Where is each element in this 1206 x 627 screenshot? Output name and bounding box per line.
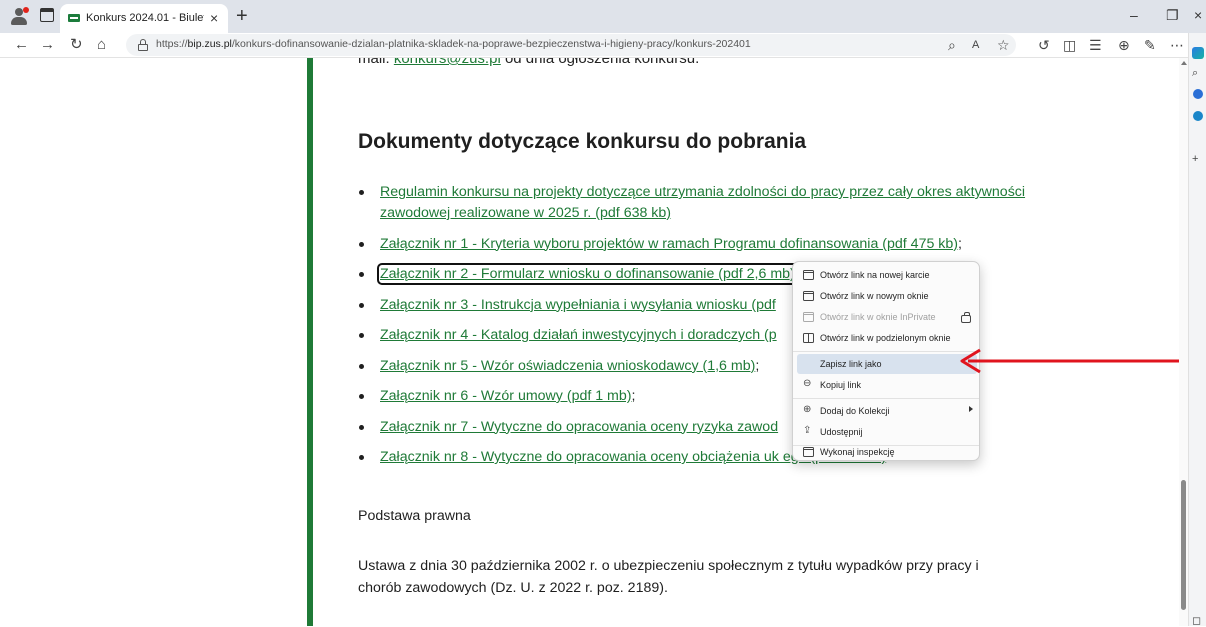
submenu-arrow-icon — [969, 406, 973, 412]
document-link-zal1[interactable]: Załącznik nr 1 - Kryteria wyboru projekt… — [380, 236, 958, 252]
inprivate-badge-icon — [961, 312, 971, 323]
email-link[interactable]: konkurs@zus.pl — [394, 58, 501, 67]
restore-button[interactable]: ❐ — [1166, 7, 1179, 24]
inspect-icon — [803, 447, 814, 457]
menu-item-inspect[interactable]: Wykonaj inspekcję — [797, 442, 977, 460]
link-context-menu: Otwórz link na nowej karcie Otwórz link … — [792, 261, 980, 461]
menu-item-save-link-as[interactable]: Zapisz link jako — [797, 354, 977, 374]
menu-item-copy-link[interactable]: ⊖ Kopiuj link — [797, 375, 977, 395]
more-icon[interactable]: ⋯ — [1170, 37, 1184, 53]
browser-nav-bar: ← → ↻ ⌂ https://bip.zus.pl/konkurs-dofin… — [0, 33, 1206, 58]
scroll-up-arrow-icon[interactable] — [1181, 61, 1187, 65]
address-bar[interactable]: https://bip.zus.pl/konkurs-dofinansowani… — [126, 34, 1016, 56]
menu-separator — [793, 351, 979, 352]
share-icon: ⇪ — [803, 425, 812, 436]
inprivate-window-icon — [803, 312, 814, 322]
split-screen-icon[interactable]: ◫ — [1063, 37, 1076, 53]
edge-sidebar: ⌕ + ◻ — [1188, 33, 1206, 627]
accent-bar — [307, 58, 313, 626]
favorites-icon[interactable]: ☰ — [1089, 37, 1102, 53]
menu-item-open-inprivate: Otwórz link w oknie InPrivate — [797, 307, 977, 327]
previous-paragraph: mail: konkurs@zus.pl od dnia ogłoszenia … — [358, 58, 699, 67]
section-heading: Dokumenty dotyczące konkursu do pobrania — [358, 130, 807, 153]
browser-tab-active[interactable]: Konkurs 2024.01 - Biuletyn Infor × — [60, 4, 228, 33]
tab-close-icon[interactable]: × — [210, 10, 218, 26]
document-link-zal3[interactable]: Załącznik nr 3 - Instrukcja wypełniania … — [380, 297, 776, 313]
document-item: Regulamin konkursu na projekty dotyczące… — [358, 182, 1038, 224]
menu-item-share[interactable]: ⇪ Udostępnij — [797, 422, 977, 442]
extensions-icon[interactable]: ✎ — [1144, 37, 1156, 53]
scrollbar-thumb[interactable] — [1181, 480, 1186, 610]
new-tab-icon — [803, 270, 814, 280]
copilot-icon[interactable] — [1192, 47, 1204, 59]
minimize-button[interactable]: – — [1130, 7, 1138, 23]
home-button[interactable]: ⌂ — [97, 35, 106, 55]
browser-title-bar: Konkurs 2024.01 - Biuletyn Infor × + – ❐… — [0, 0, 1206, 33]
menu-separator — [793, 398, 979, 399]
menu-item-open-split-window[interactable]: Otwórz link w podzielonym oknie — [797, 328, 977, 348]
new-window-icon — [803, 291, 814, 301]
outlook-icon[interactable] — [1193, 111, 1203, 121]
zus-favicon-icon — [68, 14, 80, 22]
legal-basis-title: Podstawa prawna — [358, 508, 471, 524]
read-aloud-icon[interactable]: A — [972, 37, 979, 53]
lock-icon[interactable] — [138, 39, 148, 51]
legal-basis-text: Ustawa z dnia 30 października 2002 r. o … — [358, 558, 979, 596]
search-icon[interactable]: ⌕ — [1192, 67, 1198, 79]
document-item: Załącznik nr 1 - Kryteria wyboru projekt… — [358, 234, 1038, 255]
tab-actions-icon[interactable] — [40, 8, 54, 22]
link-icon: ⊖ — [803, 378, 812, 389]
document-link-zal5[interactable]: Załącznik nr 5 - Wzór oświadczenia wnios… — [380, 358, 755, 374]
document-link-regulamin[interactable]: Regulamin konkursu na projekty dotyczące… — [380, 184, 1025, 221]
profile-icon[interactable] — [10, 7, 29, 25]
menu-item-add-to-collections[interactable]: ⊕ Dodaj do Kolekcji — [797, 401, 977, 421]
document-link-zal7[interactable]: Załącznik nr 7 - Wytyczne do opracowania… — [380, 419, 778, 435]
zoom-icon[interactable]: ⌕ — [948, 37, 956, 53]
new-tab-button[interactable]: + — [236, 4, 248, 28]
forward-button[interactable]: → — [40, 35, 55, 55]
tools-icon[interactable] — [1193, 89, 1203, 99]
sidebar-settings-icon[interactable]: ◻ — [1192, 615, 1201, 627]
split-window-icon — [803, 333, 814, 343]
menu-item-open-new-window[interactable]: Otwórz link w nowym oknie — [797, 286, 977, 306]
collections-icon: ⊕ — [803, 404, 812, 415]
favorite-star-icon[interactable]: ☆ — [997, 37, 1010, 53]
reload-button[interactable]: ↻ — [70, 35, 83, 55]
document-link-zal6[interactable]: Załącznik nr 6 - Wzór umowy (pdf 1 mb) — [380, 388, 632, 404]
url-text[interactable]: https://bip.zus.pl/konkurs-dofinansowani… — [156, 38, 751, 50]
close-window-button[interactable]: × — [1194, 7, 1202, 23]
refresh-ai-icon[interactable]: ↺ — [1038, 37, 1050, 53]
collections-icon[interactable]: ⊕ — [1118, 37, 1130, 53]
document-link-zal4[interactable]: Załącznik nr 4 - Katalog działań inwesty… — [380, 327, 777, 343]
add-sidebar-app-icon[interactable]: + — [1192, 153, 1198, 165]
document-link-zal2[interactable]: Załącznik nr 2 - Formularz wniosku o dof… — [377, 263, 798, 285]
menu-item-open-new-tab[interactable]: Otwórz link na nowej karcie — [797, 265, 977, 285]
back-button[interactable]: ← — [14, 35, 29, 55]
tab-title: Konkurs 2024.01 - Biuletyn Infor — [86, 12, 204, 24]
page-content: mail: konkurs@zus.pl od dnia ogłoszenia … — [0, 58, 1186, 626]
